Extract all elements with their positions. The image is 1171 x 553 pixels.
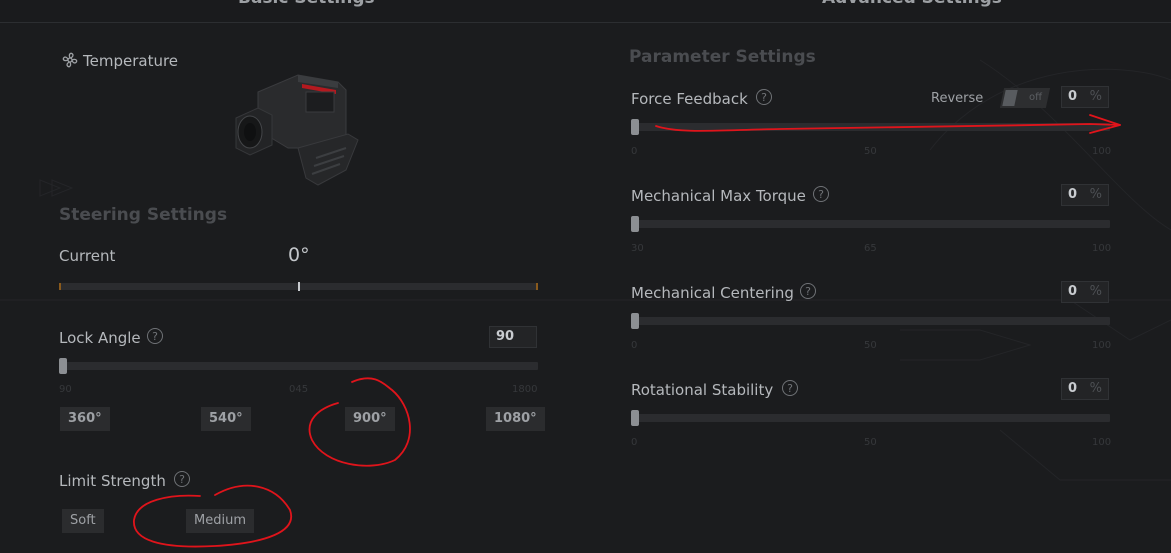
reverse-toggle-knob [1002, 90, 1018, 106]
centering-tick-max: 100 [1092, 340, 1112, 351]
force-feedback-tick-mid: 50 [864, 146, 877, 157]
centering-slider-handle[interactable] [631, 313, 639, 329]
tab-advanced-settings[interactable]: Advanced Settings [822, 0, 1002, 8]
tab-basic-settings[interactable]: Basic Settings [238, 0, 375, 8]
force-feedback-help-icon[interactable]: ? [756, 89, 772, 105]
preset-360-button[interactable]: 360° [60, 407, 110, 431]
preset-1080-button[interactable]: 1080° [486, 407, 545, 431]
force-feedback-unit: % [1089, 89, 1102, 104]
max-torque-tick-min: 30 [631, 243, 644, 254]
max-torque-tick-max: 100 [1092, 243, 1112, 254]
preset-540-button[interactable]: 540° [201, 407, 251, 431]
stability-unit: % [1089, 381, 1102, 396]
lock-angle-value: 90 [496, 329, 515, 344]
lock-angle-slider-track[interactable] [59, 362, 538, 370]
centering-value: 0 [1068, 284, 1078, 299]
centering-tick-min: 0 [631, 340, 638, 351]
centering-tick-mid: 50 [864, 340, 877, 351]
max-torque-label: Mechanical Max Torque [631, 187, 806, 205]
lock-angle-tick-min: 90 [59, 384, 72, 395]
stability-slider-track[interactable] [631, 414, 1110, 422]
limit-strength-help-icon[interactable]: ? [174, 471, 190, 487]
force-feedback-slider-track[interactable] [631, 123, 1110, 131]
current-angle-value: 0° [288, 244, 310, 266]
current-angle-label: Current [59, 247, 116, 265]
centering-input[interactable]: 0 % [1061, 281, 1109, 303]
reverse-toggle-state: off [1028, 92, 1042, 103]
stability-help-icon[interactable]: ? [782, 380, 798, 396]
max-torque-value: 0 [1068, 187, 1078, 202]
max-torque-slider-handle[interactable] [631, 216, 639, 232]
lock-angle-tick-max: 1800 [512, 384, 538, 395]
limit-soft-button[interactable]: Soft [62, 509, 104, 533]
tab-bar: Basic Settings Advanced Settings [0, 0, 1171, 23]
lock-angle-label: Lock Angle [59, 329, 141, 347]
stability-slider-handle[interactable] [631, 410, 639, 426]
lock-angle-tick-mid: 045 [289, 384, 309, 395]
lock-angle-input[interactable]: 90 [489, 326, 537, 348]
force-feedback-tick-max: 100 [1092, 146, 1112, 157]
current-angle-marker [297, 282, 300, 291]
force-feedback-value: 0 [1068, 89, 1078, 104]
reverse-label: Reverse [931, 91, 984, 106]
limit-medium-button[interactable]: Medium [186, 509, 254, 533]
force-feedback-input[interactable]: 0 % [1061, 86, 1109, 108]
steering-settings-title: Steering Settings [59, 205, 228, 225]
max-torque-slider-track[interactable] [631, 220, 1110, 228]
lock-angle-help-icon[interactable]: ? [147, 328, 163, 344]
temperature-label: Temperature [83, 52, 179, 70]
fan-icon [61, 51, 81, 71]
preset-900-button[interactable]: 900° [345, 407, 395, 431]
parameter-settings-title: Parameter Settings [629, 47, 816, 67]
wheel-base-image [235, 74, 359, 186]
max-torque-input[interactable]: 0 % [1061, 184, 1109, 206]
centering-slider-track[interactable] [631, 317, 1110, 325]
stability-label: Rotational Stability [631, 381, 774, 399]
max-torque-tick-mid: 65 [864, 243, 877, 254]
current-angle-left-limit [59, 283, 61, 290]
limit-strength-label: Limit Strength [59, 472, 166, 490]
lock-angle-slider-handle[interactable] [59, 358, 67, 374]
stability-input[interactable]: 0 % [1061, 378, 1109, 400]
centering-label: Mechanical Centering [631, 284, 794, 302]
background-decoration [0, 59, 1171, 481]
force-feedback-label: Force Feedback [631, 90, 748, 108]
max-torque-unit: % [1089, 187, 1102, 202]
stability-tick-min: 0 [631, 437, 638, 448]
force-feedback-slider-handle[interactable] [631, 119, 639, 135]
reverse-toggle[interactable]: off [999, 88, 1051, 108]
max-torque-help-icon[interactable]: ? [813, 186, 829, 202]
stability-tick-max: 100 [1092, 437, 1112, 448]
force-feedback-tick-min: 0 [631, 146, 638, 157]
centering-help-icon[interactable]: ? [800, 283, 816, 299]
stability-value: 0 [1068, 381, 1078, 396]
centering-unit: % [1089, 284, 1102, 299]
stability-tick-mid: 50 [864, 437, 877, 448]
current-angle-right-limit [536, 283, 538, 290]
